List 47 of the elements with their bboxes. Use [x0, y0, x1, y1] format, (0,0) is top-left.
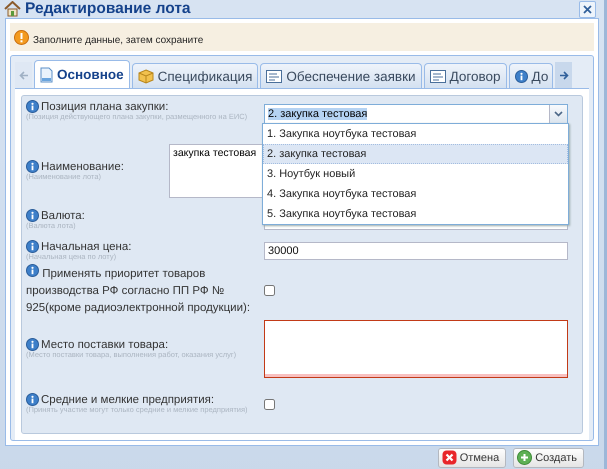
- info-icon: [514, 70, 528, 82]
- tab[interactable]: Обеспечение заявки: [260, 63, 422, 88]
- house-icon: [4, 1, 21, 17]
- notice-text: Заполните данные, затем сохраните: [33, 34, 204, 46]
- checkbox[interactable]: [264, 284, 275, 296]
- create-button[interactable]: Создать: [513, 448, 584, 468]
- field-label: Средние и мелкие предприятия:: [41, 394, 214, 406]
- price-input-field[interactable]: 30000: [264, 242, 568, 260]
- plan-position-dropdown[interactable]: 2. закупка тестовая: [264, 104, 568, 124]
- info-icon: [26, 209, 39, 222]
- field-label: Валюта:: [41, 210, 85, 222]
- box-icon: [138, 68, 154, 84]
- cancel-button[interactable]: Отмена: [438, 448, 506, 468]
- info-icon: [26, 160, 39, 174]
- form-icon: [266, 70, 282, 82]
- field-label: Место поставки товара:: [41, 338, 168, 351]
- info-icon: [26, 393, 39, 406]
- dropdown-option[interactable]: 5. Закупка ноутбука тестовая: [263, 204, 568, 224]
- dropdown-option[interactable]: 4. Закупка ноутбука тестовая: [263, 184, 568, 204]
- tab[interactable]: Спецификация: [132, 63, 258, 88]
- arrow-left-icon: [18, 70, 28, 80]
- close-icon: [583, 4, 592, 14]
- delivery-place-text-area[interactable]: [264, 320, 568, 378]
- tab[interactable]: Основное: [34, 60, 130, 88]
- checkbox[interactable]: [264, 398, 275, 410]
- arrow-right-icon: [558, 70, 569, 80]
- close-button[interactable]: [579, 0, 596, 18]
- warning-icon: [14, 30, 29, 44]
- tab[interactable]: До: [508, 63, 554, 88]
- dropdown-option[interactable]: 1. Закупка ноутбука тестовая: [263, 124, 568, 144]
- close-icon: [442, 450, 457, 465]
- scroll-right-button[interactable]: [555, 62, 572, 88]
- field-label: Наименование:: [41, 160, 124, 173]
- dropdown-option[interactable]: 2. закупка тестовая: [263, 144, 568, 164]
- info-icon: [26, 100, 39, 113]
- info-icon: [26, 338, 39, 352]
- info-icon: [26, 240, 39, 254]
- tab[interactable]: Договор: [424, 63, 507, 88]
- field-label: Применять приоритет товаров производства РФ согласно ПП РФ № 925(кроме радиоэлектронной продукции):: [26, 264, 264, 316]
- document-icon: [40, 66, 53, 82]
- field-label: Позиция плана закупки:: [41, 100, 168, 112]
- form-icon: [430, 70, 446, 82]
- info-icon: [26, 264, 39, 276]
- window-title: Редактирование лота: [25, 0, 192, 18]
- dropdown-option[interactable]: 3. Ноутбук новый: [263, 164, 568, 184]
- field-label: Начальная цена:: [41, 240, 132, 253]
- plus-icon: [517, 450, 532, 465]
